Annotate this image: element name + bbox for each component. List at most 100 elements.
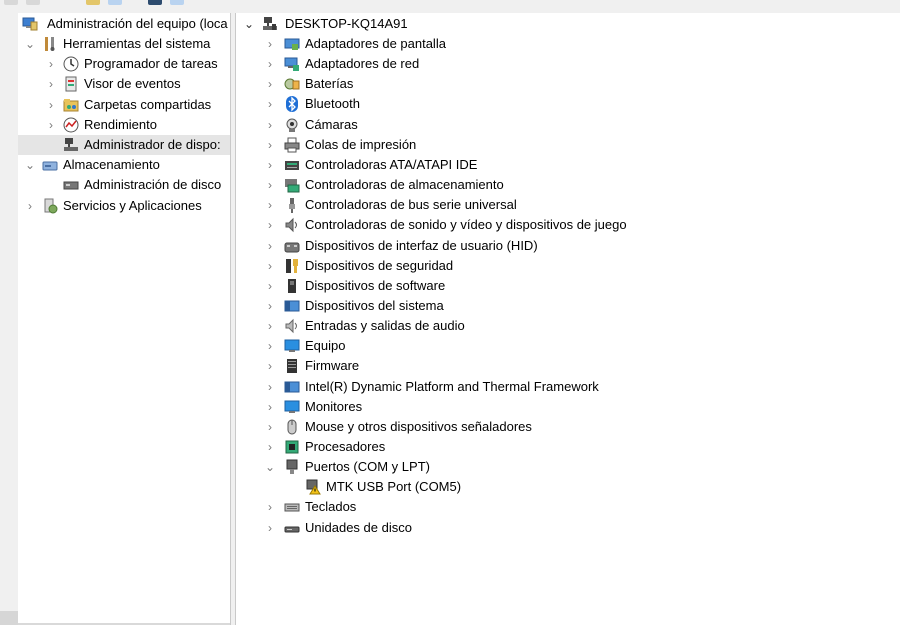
device-category-20[interactable]: › Procesadores <box>240 437 895 457</box>
device-category-11[interactable]: › Dispositivos de seguridad <box>240 256 895 276</box>
chevron-right-icon[interactable]: › <box>45 54 57 74</box>
device-category-0[interactable]: › Adaptadores de pantalla <box>240 34 895 54</box>
chevron-right-icon[interactable]: › <box>24 196 36 216</box>
sidebar-item-1[interactable]: › Programador de tareas <box>18 54 230 74</box>
chevron-right-icon[interactable]: › <box>264 215 276 235</box>
tree-item-label: Bluetooth <box>305 96 360 112</box>
device-category-12[interactable]: › Dispositivos de software <box>240 276 895 296</box>
firmware-icon <box>284 358 300 374</box>
chevron-right-icon[interactable]: › <box>264 195 276 215</box>
sidebar-item-3[interactable]: › Carpetas compartidas <box>18 95 230 115</box>
ide-controller-icon <box>284 157 300 173</box>
tree-root-computer-management[interactable]: Administración del equipo (loca <box>18 14 230 34</box>
device-category-14[interactable]: › Entradas y salidas de audio <box>240 316 895 336</box>
show-hide-tree-button[interactable] <box>108 0 122 5</box>
device-category-6[interactable]: › Controladoras ATA/ATAPI IDE <box>240 155 895 175</box>
device-category-1[interactable]: › Adaptadores de red <box>240 54 895 74</box>
device-category-19[interactable]: › Mouse y otros dispositivos señaladores <box>240 417 895 437</box>
help-button[interactable] <box>170 0 184 5</box>
chevron-down-icon[interactable]: ⌄ <box>24 34 36 54</box>
device-category-7[interactable]: › Controladoras de almacenamiento <box>240 175 895 195</box>
performance-icon <box>63 117 79 133</box>
chevron-right-icon[interactable]: › <box>264 437 276 457</box>
chevron-right-icon[interactable]: › <box>264 356 276 376</box>
device-category-17[interactable]: › Intel(R) Dynamic Platform and Thermal F… <box>240 377 895 397</box>
tree-item-label: Intel(R) Dynamic Platform and Thermal Fr… <box>305 378 599 394</box>
device-category-16[interactable]: › Firmware <box>240 356 895 376</box>
chevron-right-icon[interactable]: › <box>264 236 276 256</box>
chevron-right-icon[interactable]: › <box>264 54 276 74</box>
sidebar-item-4[interactable]: › Rendimiento <box>18 115 230 135</box>
security-device-icon <box>284 258 300 274</box>
sidebar-item-5[interactable]: Administrador de dispo: <box>18 135 230 155</box>
device-item-21-0[interactable]: MTK USB Port (COM5) <box>240 477 895 497</box>
device-category-23[interactable]: › Unidades de disco <box>240 518 895 538</box>
tree-item-label: Carpetas compartidas <box>84 96 212 112</box>
chevron-right-icon[interactable]: › <box>264 417 276 437</box>
console-tree-pane[interactable]: Administración del equipo (loca ⌄ Herrami… <box>18 13 231 625</box>
device-category-9[interactable]: › Controladoras de sonido y vídeo y dispo… <box>240 215 895 235</box>
chevron-right-icon[interactable]: › <box>264 336 276 356</box>
device-category-18[interactable]: › Monitores <box>240 397 895 417</box>
chevron-right-icon[interactable]: › <box>264 155 276 175</box>
chevron-right-icon[interactable]: › <box>264 497 276 517</box>
tree-item-label: Herramientas del sistema <box>63 36 211 51</box>
tree-item-label: Unidades de disco <box>305 519 412 535</box>
chevron-right-icon[interactable]: › <box>264 115 276 135</box>
disk-management-icon <box>63 177 79 193</box>
tree-item-label: Entradas y salidas de audio <box>305 318 465 334</box>
audio-io-icon <box>284 318 300 334</box>
chevron-right-icon[interactable]: › <box>45 95 57 115</box>
chevron-right-icon[interactable]: › <box>264 256 276 276</box>
chevron-right-icon[interactable]: › <box>264 74 276 94</box>
chevron-right-icon[interactable]: › <box>264 34 276 54</box>
processor-icon <box>284 439 300 455</box>
chevron-down-icon[interactable]: ⌄ <box>264 457 276 477</box>
chevron-right-icon[interactable]: › <box>264 175 276 195</box>
tree-item-label: Administrador de dispo: <box>84 137 221 152</box>
sidebar-item-8[interactable]: › Servicios y Aplicaciones <box>18 196 230 216</box>
chevron-right-icon[interactable]: › <box>264 135 276 155</box>
chevron-right-icon[interactable]: › <box>264 518 276 538</box>
device-category-8[interactable]: › Controladoras de bus serie universal <box>240 195 895 215</box>
device-category-4[interactable]: › Cámaras <box>240 115 895 135</box>
chevron-right-icon[interactable]: › <box>264 316 276 336</box>
device-manager-icon <box>63 137 79 153</box>
tree-item-label: Controladoras de almacenamiento <box>305 177 504 193</box>
folder-up-button[interactable] <box>86 0 100 5</box>
chevron-right-icon[interactable]: › <box>264 296 276 316</box>
device-category-22[interactable]: › Teclados <box>240 497 895 517</box>
back-button[interactable] <box>4 0 18 5</box>
device-category-10[interactable]: › Dispositivos de interfaz de usuario (HI… <box>240 236 895 256</box>
device-category-2[interactable]: › Baterías <box>240 74 895 94</box>
chevron-right-icon[interactable]: › <box>264 276 276 296</box>
tree-item-label: Procesadores <box>305 439 386 454</box>
device-category-3[interactable]: › Bluetooth <box>240 94 895 114</box>
port-icon <box>284 459 300 475</box>
disk-drive-icon <box>284 520 300 536</box>
device-tree-root[interactable]: ⌄ DESKTOP-KQ14A91 <box>240 14 895 34</box>
sidebar-item-6[interactable]: ⌄ Almacenamiento <box>18 155 230 175</box>
sidebar-item-2[interactable]: › Visor de eventos <box>18 74 230 94</box>
forward-button[interactable] <box>26 0 40 5</box>
chevron-right-icon[interactable]: › <box>264 397 276 417</box>
chevron-down-icon[interactable]: ⌄ <box>243 14 255 34</box>
chevron-right-icon[interactable]: › <box>45 74 57 94</box>
sidebar-item-0[interactable]: ⌄ Herramientas del sistema <box>18 34 230 54</box>
device-category-15[interactable]: › Equipo <box>240 336 895 356</box>
device-category-21[interactable]: ⌄ Puertos (COM y LPT) <box>240 457 895 477</box>
system-device-icon <box>284 298 300 314</box>
tree-item-label: Almacenamiento <box>63 157 160 173</box>
device-category-13[interactable]: › Dispositivos del sistema <box>240 296 895 316</box>
properties-button[interactable] <box>148 0 162 5</box>
tree-item-label: Colas de impresión <box>305 136 417 152</box>
thermal-icon <box>284 379 300 395</box>
chevron-down-icon[interactable]: ⌄ <box>24 155 36 175</box>
printer-icon <box>284 137 300 153</box>
sidebar-item-7[interactable]: Administración de disco <box>18 175 230 195</box>
chevron-right-icon[interactable]: › <box>264 377 276 397</box>
chevron-right-icon[interactable]: › <box>264 94 276 114</box>
device-category-5[interactable]: › Colas de impresión <box>240 135 895 155</box>
chevron-right-icon[interactable]: › <box>45 115 57 135</box>
device-tree-pane[interactable]: ⌄ DESKTOP-KQ14A91 › Adaptadores de pantal… <box>235 13 900 625</box>
